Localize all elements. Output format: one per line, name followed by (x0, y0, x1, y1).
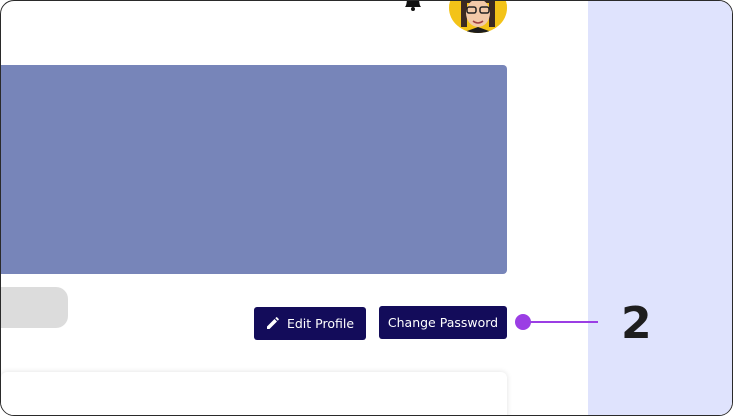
callout-line (527, 321, 598, 323)
edit-profile-label: Edit Profile (286, 316, 355, 331)
pencil-icon (266, 317, 279, 329)
avatar[interactable] (449, 1, 507, 33)
cover-banner (1, 65, 507, 274)
change-password-button[interactable]: Change Password (379, 306, 507, 339)
callout-marker (515, 314, 531, 330)
annotation-panel (588, 1, 732, 415)
callout-step-number: 2 (621, 298, 652, 349)
placeholder-pill (1, 287, 68, 328)
bell-icon[interactable] (404, 0, 422, 11)
edit-profile-button[interactable]: Edit Profile (254, 307, 366, 340)
content-card (1, 372, 507, 415)
screenshot-frame: Edit Profile Change Password 2 (0, 0, 733, 416)
change-password-label: Change Password (387, 315, 499, 330)
